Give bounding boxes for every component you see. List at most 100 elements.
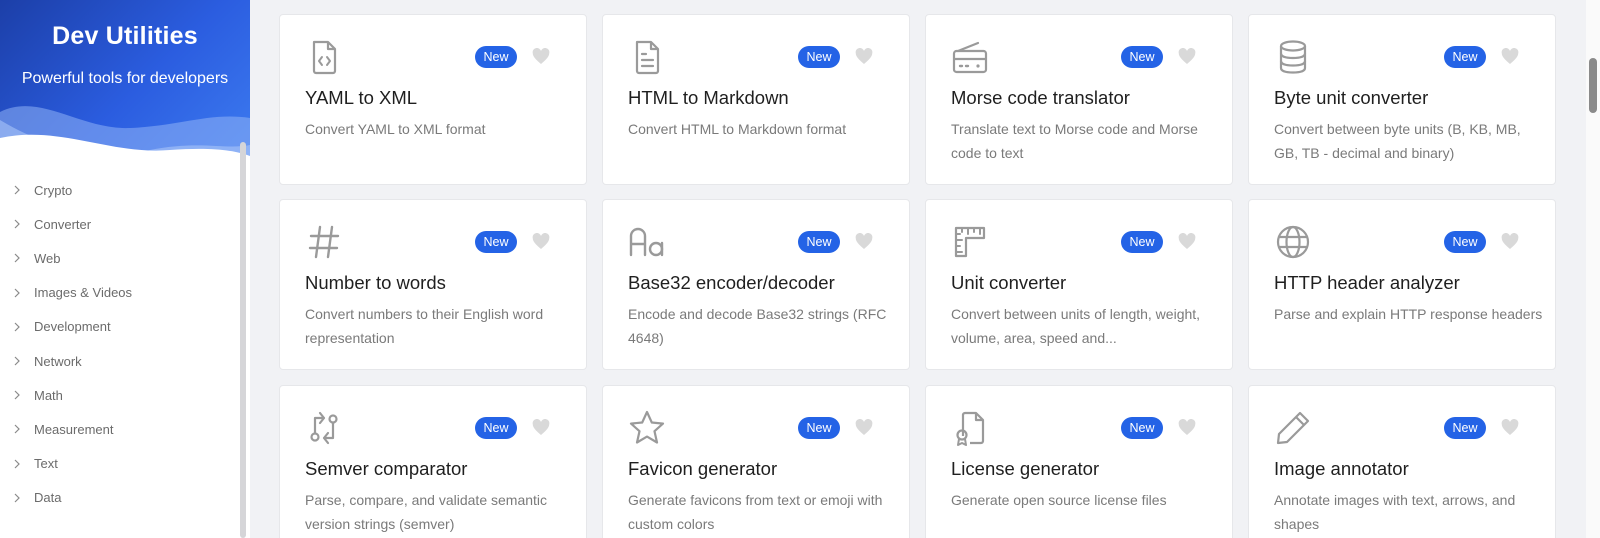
sidebar-item-label: Images & Videos: [34, 285, 133, 301]
new-badge: New: [475, 231, 517, 253]
tool-title: Number to words: [305, 272, 446, 293]
heart-icon[interactable]: [1501, 419, 1519, 436]
tool-title: Morse code translator: [951, 87, 1130, 108]
sidebar-item-network[interactable]: Network: [0, 344, 236, 378]
pencil-icon: [1276, 411, 1310, 445]
chevron-right-icon: [14, 424, 20, 434]
tool-card-favicon-generator[interactable]: New Favicon generator Generate favicons …: [602, 385, 910, 538]
tool-description: Convert between byte units (B, KB, MB, G…: [1274, 121, 1521, 161]
sidebar-item-crypto[interactable]: Crypto: [0, 173, 236, 207]
tool-card-license-generator[interactable]: New License generator Generate open sour…: [925, 385, 1233, 538]
chevron-right-icon: [14, 493, 20, 503]
heart-icon[interactable]: [855, 233, 873, 250]
tool-title: Semver comparator: [305, 458, 468, 479]
new-badge: New: [1121, 46, 1163, 68]
sidebar-scrollbar[interactable]: [240, 142, 246, 538]
tool-card-morse-code-translator[interactable]: New Morse code translator Translate text…: [925, 14, 1233, 185]
new-badge: New: [1121, 231, 1163, 253]
letter-case-icon: [629, 227, 664, 257]
tool-description: Parse and explain HTTP response headers: [1274, 306, 1543, 322]
heart-icon[interactable]: [855, 48, 873, 65]
star-icon: [629, 410, 665, 444]
new-badge: New: [475, 417, 517, 439]
tool-title: Image annotator: [1274, 458, 1409, 479]
tool-description: Generate favicons from text or emoji wit…: [628, 492, 883, 532]
radio-icon: [952, 41, 988, 74]
sidebar-item-label: Text: [34, 456, 58, 472]
ruler-icon: [954, 226, 986, 258]
sidebar-item-label: Math: [34, 387, 63, 403]
chevron-right-icon: [14, 459, 20, 469]
tool-title: Byte unit converter: [1274, 87, 1429, 108]
sidebar-item-label: Measurement: [34, 421, 114, 437]
new-badge: New: [798, 231, 840, 253]
page-scrollbar-thumb[interactable]: [1589, 58, 1597, 113]
sidebar-item-data[interactable]: Data: [0, 481, 236, 515]
sidebar-item-label: Development: [34, 319, 111, 335]
heart-icon[interactable]: [532, 48, 550, 65]
sidebar-item-label: Network: [34, 353, 82, 369]
heart-icon[interactable]: [855, 419, 873, 436]
sidebar-item-label: Converter: [34, 216, 92, 232]
database-icon: [1279, 40, 1307, 74]
chevron-right-icon: [14, 219, 20, 229]
new-badge: New: [1444, 417, 1486, 439]
tool-card-semver-comparator[interactable]: New Semver comparator Parse, compare, an…: [279, 385, 587, 538]
tool-card-base32-encoder-decoder[interactable]: New Base32 encoder/decoder Encode and de…: [602, 199, 910, 370]
hash-icon: [308, 225, 340, 259]
chevron-right-icon: [14, 288, 20, 298]
new-badge: New: [475, 46, 517, 68]
heart-icon[interactable]: [532, 233, 550, 250]
tool-title: HTTP header analyzer: [1274, 272, 1460, 293]
tool-description: Translate text to Morse code and Morse c…: [951, 121, 1198, 161]
category-nav: Crypto Converter Web Images & Videos Dev…: [0, 173, 236, 515]
chevron-right-icon: [14, 322, 20, 332]
heart-icon[interactable]: [1501, 48, 1519, 65]
new-badge: New: [1121, 417, 1163, 439]
sidebar-hero: Dev Utilities Powerful tools for develop…: [0, 0, 250, 162]
sidebar-item-label: Web: [34, 250, 61, 266]
tool-card-html-to-markdown[interactable]: New HTML to Markdown Convert HTML to Mar…: [602, 14, 910, 185]
heart-icon[interactable]: [1501, 233, 1519, 250]
chevron-right-icon: [14, 254, 20, 263]
git-compare-icon: [310, 411, 338, 445]
new-badge: New: [1444, 231, 1486, 253]
heart-icon[interactable]: [1178, 419, 1196, 436]
file-text-icon: [635, 40, 660, 75]
heart-icon[interactable]: [1178, 233, 1196, 250]
tool-card-http-header-analyzer[interactable]: New HTTP header analyzer Parse and expla…: [1248, 199, 1556, 370]
tool-description: Generate open source license files: [951, 492, 1167, 508]
app-subtitle: Powerful tools for developers: [21, 70, 229, 87]
tool-title: Unit converter: [951, 272, 1067, 293]
sidebar-item-label: Crypto: [34, 182, 73, 198]
sidebar: Dev Utilities Powerful tools for develop…: [0, 0, 250, 538]
tool-description: Convert YAML to XML format: [305, 121, 486, 137]
tool-description: Encode and decode Base32 strings (RFC 46…: [628, 306, 887, 346]
heart-icon[interactable]: [532, 419, 550, 436]
license-icon: [956, 411, 985, 446]
tool-title: License generator: [951, 458, 1100, 479]
sidebar-item-text[interactable]: Text: [0, 447, 236, 481]
chevron-right-icon: [14, 356, 20, 366]
sidebar-item-math[interactable]: Math: [0, 378, 236, 412]
sidebar-item-measurement[interactable]: Measurement: [0, 412, 236, 446]
tool-description: Parse, compare, and validate semantic ve…: [305, 492, 548, 532]
sidebar-item-label: Data: [34, 490, 62, 506]
app-title: Dev Utilities: [52, 22, 198, 50]
sidebar-item-development[interactable]: Development: [0, 310, 236, 344]
chevron-right-icon: [14, 185, 20, 195]
sidebar-item-web[interactable]: Web: [0, 241, 236, 275]
tool-card-byte-unit-converter[interactable]: New Byte unit converter Convert between …: [1248, 14, 1556, 185]
tool-title: YAML to XML: [305, 87, 418, 108]
chevron-right-icon: [14, 390, 20, 400]
globe-icon: [1276, 225, 1310, 259]
tool-title: HTML to Markdown: [628, 87, 789, 108]
tool-card-unit-converter[interactable]: New Unit converter Convert between units…: [925, 199, 1233, 370]
sidebar-item-converter[interactable]: Converter: [0, 207, 236, 241]
heart-icon[interactable]: [1178, 48, 1196, 65]
tool-card-yaml-to-xml[interactable]: New YAML to XML Convert YAML to XML form…: [279, 14, 587, 185]
tool-description: Convert between units of length, weight,…: [951, 306, 1201, 346]
tool-card-image-annotator[interactable]: New Image annotator Annotate images with…: [1248, 385, 1556, 538]
tool-card-number-to-words[interactable]: New Number to words Convert numbers to t…: [279, 199, 587, 370]
sidebar-item-images-videos[interactable]: Images & Videos: [0, 276, 236, 310]
